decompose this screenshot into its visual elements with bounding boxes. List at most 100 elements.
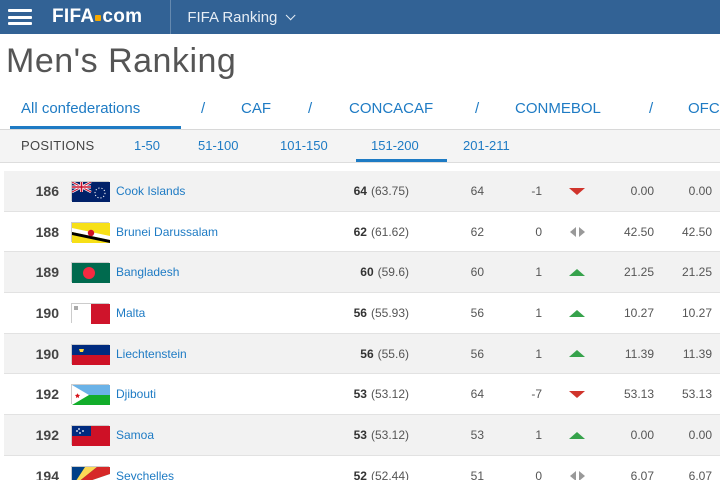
team-name-link[interactable]: Cook Islands [116, 171, 316, 211]
flag-cell [71, 252, 110, 292]
table-row[interactable]: 190 Liechtenstein 56 (55.6) 56 1 11.39 11… [4, 333, 720, 375]
points-detail: (55.6) [377, 346, 409, 361]
logo-dot [95, 15, 102, 21]
team-name-link[interactable]: Samoa [116, 415, 316, 455]
points-cell: 64 (63.75) [309, 171, 409, 211]
previous-points-cell: 53 [470, 428, 484, 443]
points-cell: 56 (55.6) [309, 334, 409, 374]
value-cell-1: 53.13 [623, 387, 654, 402]
rank-cell: 192 [35, 386, 59, 403]
previous-points-cell: 56 [470, 346, 484, 361]
table-row[interactable]: 188 Brunei Darussalam 62 (61.62) 62 0 42.… [4, 211, 720, 253]
tab-separator: / [475, 100, 480, 117]
table-row[interactable]: 194 Seychelles 52 (52.44) 51 0 6.07 6.07 [4, 455, 720, 480]
logo-main: FIFA [52, 6, 95, 27]
confederation-tabs: All confederations / CAF / CONCACAF / CO… [0, 90, 720, 130]
team-name-link[interactable]: Seychelles [116, 456, 316, 480]
tab-positions-201-211[interactable]: 201-211 [463, 138, 510, 153]
trend-unchanged-icon [569, 226, 585, 237]
value-cell-1: 0.00 [630, 184, 654, 198]
tab-separator: / [308, 100, 313, 117]
previous-points-cell: 64 [470, 184, 484, 198]
points-value: 53 [353, 428, 367, 443]
tab-positions-1-50[interactable]: 1-50 [134, 138, 160, 153]
rank-cell: 190 [35, 345, 59, 362]
team-name-link[interactable]: Bangladesh [116, 252, 316, 292]
tab-positions-51-100[interactable]: 51-100 [198, 138, 238, 153]
tab-caf[interactable]: CAF [241, 100, 271, 117]
points-detail: (52.44) [370, 468, 409, 480]
previous-points-cell: 60 [470, 265, 484, 280]
points-detail: (53.12) [370, 387, 409, 402]
table-row[interactable]: 190 Malta 56 (55.93) 56 1 10.27 10.27 [4, 293, 720, 334]
flag-cell [71, 456, 110, 480]
tab-positions-101-150[interactable]: 101-150 [280, 138, 328, 153]
top-divider [170, 0, 172, 34]
tab-separator: / [649, 100, 654, 117]
fifa-logo[interactable]: FIFA com [52, 6, 142, 28]
liechtenstein-flag-icon [71, 343, 110, 365]
tab-all-confederations[interactable]: All confederations [21, 100, 140, 117]
djibouti-flag-icon [71, 384, 110, 406]
section-menu-label: FIFA Ranking [187, 8, 278, 26]
team-name-link[interactable]: Djibouti [116, 374, 316, 414]
flag-cell [71, 415, 110, 455]
movement-cell: 1 [535, 265, 542, 280]
value-cell-2: 53.13 [681, 387, 712, 402]
team-name-link[interactable]: Liechtenstein [116, 334, 316, 374]
points-value: 56 [353, 306, 367, 321]
tab-ofc[interactable]: OFC [688, 100, 720, 117]
trend-cell [566, 334, 588, 374]
section-menu-dropdown[interactable]: FIFA Ranking [187, 8, 296, 26]
trend-unchanged-icon [569, 470, 585, 480]
rank-cell: 190 [35, 305, 59, 322]
points-cell: 53 (53.12) [309, 415, 409, 455]
rank-cell: 194 [35, 467, 59, 480]
value-cell-1: 0.00 [630, 428, 654, 443]
table-row[interactable]: 189 Bangladesh 60 (59.6) 60 1 21.25 21.25 [4, 252, 720, 294]
points-value: 56 [360, 346, 374, 361]
points-detail: (61.62) [370, 224, 409, 239]
flag-cell [71, 212, 110, 252]
points-cell: 60 (59.6) [309, 252, 409, 292]
trend-up-icon [569, 431, 585, 439]
movement-cell: 0 [535, 224, 542, 239]
movement-cell: -1 [531, 184, 542, 198]
trend-cell [566, 171, 588, 211]
movement-cell: 0 [535, 468, 542, 480]
points-value: 62 [353, 224, 367, 239]
chevron-down-icon [286, 9, 296, 20]
hamburger-menu-icon[interactable] [8, 9, 32, 25]
table-row[interactable]: 192 Samoa 53 (53.12) 53 1 0.00 0.00 [4, 415, 720, 456]
value-cell-2: 0.00 [688, 184, 712, 198]
trend-up-icon [569, 268, 585, 276]
trend-cell [566, 252, 588, 292]
flag-cell [71, 293, 110, 333]
rank-cell: 188 [35, 223, 59, 240]
trend-down-icon [569, 187, 585, 195]
flag-cell [71, 334, 110, 374]
value-cell-1: 42.50 [623, 224, 654, 239]
cook-islands-flag-icon [71, 180, 110, 202]
trend-up-icon [569, 350, 585, 358]
team-name-link[interactable]: Brunei Darussalam [116, 212, 316, 252]
movement-cell: 1 [535, 428, 542, 443]
value-cell-2: 42.50 [681, 224, 712, 239]
previous-points-cell: 51 [470, 468, 484, 480]
team-name-link[interactable]: Malta [116, 293, 316, 333]
tab-positions-151-200[interactable]: 151-200 [371, 138, 419, 153]
points-cell: 52 (52.44) [309, 456, 409, 480]
points-value: 53 [353, 387, 367, 402]
seychelles-flag-icon [71, 465, 110, 480]
trend-cell [566, 293, 588, 333]
points-value: 60 [360, 265, 374, 280]
samoa-flag-icon [71, 425, 110, 447]
tab-concacaf[interactable]: CONCACAF [349, 100, 433, 117]
points-cell: 62 (61.62) [309, 212, 409, 252]
brunei-flag-icon [71, 221, 110, 243]
table-row[interactable]: 186 Cook Islands 64 (63.75) 64 -1 0.00 0.… [4, 171, 720, 212]
table-row[interactable]: 192 Djibouti 53 (53.12) 64 -7 53.13 53.13 [4, 374, 720, 416]
points-detail: (59.6) [377, 265, 409, 280]
rank-cell: 189 [35, 264, 59, 281]
tab-conmebol[interactable]: CONMEBOL [515, 100, 601, 117]
